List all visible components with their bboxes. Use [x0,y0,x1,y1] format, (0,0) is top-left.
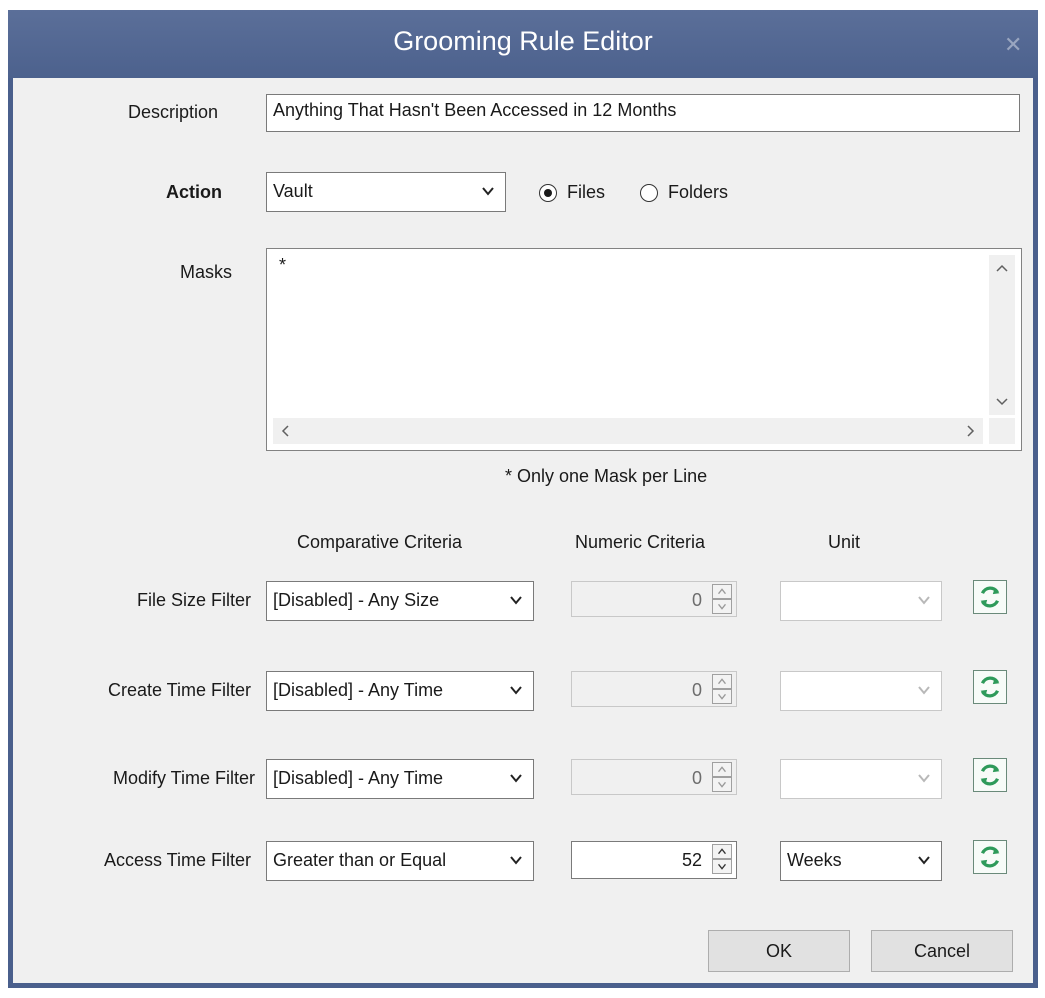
file-size-unit-dropdown[interactable] [780,581,942,621]
spin-down-icon[interactable] [712,689,732,704]
spin-up-icon[interactable] [712,584,732,599]
scroll-up-icon[interactable] [989,255,1015,281]
dialog-window: Grooming Rule Editor ✕ Description Anyth… [8,10,1038,988]
modify-time-comparative-value: [Disabled] - Any Time [273,768,444,788]
chevron-down-icon [918,856,930,865]
chevron-down-icon [918,774,930,783]
radio-selected-dot [544,189,552,197]
access-time-refresh-icon[interactable] [973,840,1007,874]
spin-down-icon[interactable] [712,599,732,614]
chevron-down-icon [918,686,930,695]
spin-down-icon[interactable] [712,859,732,874]
create-time-numeric-value: 0 [691,680,702,700]
action-dropdown-value: Vault [273,181,313,201]
file-size-numeric-stepper[interactable]: 0 [571,581,737,617]
modify-time-filter-label: Modify Time Filter [112,768,255,788]
create-time-unit-dropdown[interactable] [780,671,942,711]
action-dropdown[interactable]: Vault [266,172,506,212]
scroll-left-icon[interactable] [273,418,299,444]
window-title: Grooming Rule Editor [393,26,653,56]
file-size-comparative-value: [Disabled] - Any Size [273,590,440,610]
ok-button[interactable]: OK [708,930,850,972]
file-size-comparative-dropdown[interactable]: [Disabled] - Any Size [266,581,534,621]
masks-note: * Only one Mask per Line [505,466,708,486]
spin-up-icon[interactable] [712,674,732,689]
create-time-numeric-stepper[interactable]: 0 [571,671,737,707]
file-size-numeric-value: 0 [691,590,702,610]
files-radio-label[interactable]: Files [567,182,605,203]
masks-label: Masks [180,262,233,282]
access-time-comparative-value: Greater than or Equal [273,850,447,870]
chevron-down-icon [510,856,522,865]
file-size-refresh-icon[interactable] [973,580,1007,614]
action-label: Action [166,182,222,202]
modify-time-comparative-dropdown[interactable]: [Disabled] - Any Time [266,759,534,799]
modify-time-unit-dropdown[interactable] [780,759,942,799]
unit-header: Unit [828,532,861,552]
masks-content: * [279,255,287,275]
scroll-down-icon[interactable] [989,389,1015,415]
files-radio[interactable] [539,184,557,202]
horizontal-scrollbar[interactable] [273,418,983,444]
chevron-down-icon [918,596,930,605]
chevron-down-icon [510,774,522,783]
title-bar[interactable]: Grooming Rule Editor ✕ [8,10,1038,78]
spin-up-icon[interactable] [712,762,732,777]
create-time-comparative-value: [Disabled] - Any Time [273,680,444,700]
description-label: Description [128,102,219,122]
chevron-down-icon [510,686,522,695]
access-time-filter-label: Access Time Filter [103,850,251,870]
comparative-criteria-header: Comparative Criteria [297,532,463,552]
numeric-criteria-header: Numeric Criteria [575,532,706,552]
folders-radio-label[interactable]: Folders [668,182,728,203]
modify-time-refresh-icon[interactable] [973,758,1007,792]
modify-time-numeric-stepper[interactable]: 0 [571,759,737,795]
folders-radio[interactable] [640,184,658,202]
create-time-filter-label: Create Time Filter [107,680,251,700]
access-time-unit-dropdown[interactable]: Weeks [780,841,942,881]
access-time-comparative-dropdown[interactable]: Greater than or Equal [266,841,534,881]
file-size-filter-label: File Size Filter [136,590,251,610]
vertical-scrollbar[interactable] [989,255,1015,415]
create-time-refresh-icon[interactable] [973,670,1007,704]
chevron-down-icon [482,187,494,196]
dialog-body: Description Anything That Hasn't Been Ac… [13,78,1033,983]
access-time-numeric-stepper[interactable]: 52 [571,841,737,879]
cancel-button[interactable]: Cancel [871,930,1013,972]
description-input[interactable]: Anything That Hasn't Been Accessed in 12… [266,94,1020,132]
scrollbar-corner [989,418,1015,444]
masks-textarea[interactable]: * [266,248,1022,451]
spin-down-icon[interactable] [712,777,732,792]
close-icon[interactable]: ✕ [1004,34,1022,56]
access-time-numeric-value: 52 [681,850,702,870]
modify-time-numeric-value: 0 [691,768,702,788]
spin-up-icon[interactable] [712,844,732,859]
create-time-comparative-dropdown[interactable]: [Disabled] - Any Time [266,671,534,711]
scroll-right-icon[interactable] [957,418,983,444]
access-time-unit-value: Weeks [787,850,842,870]
chevron-down-icon [510,596,522,605]
